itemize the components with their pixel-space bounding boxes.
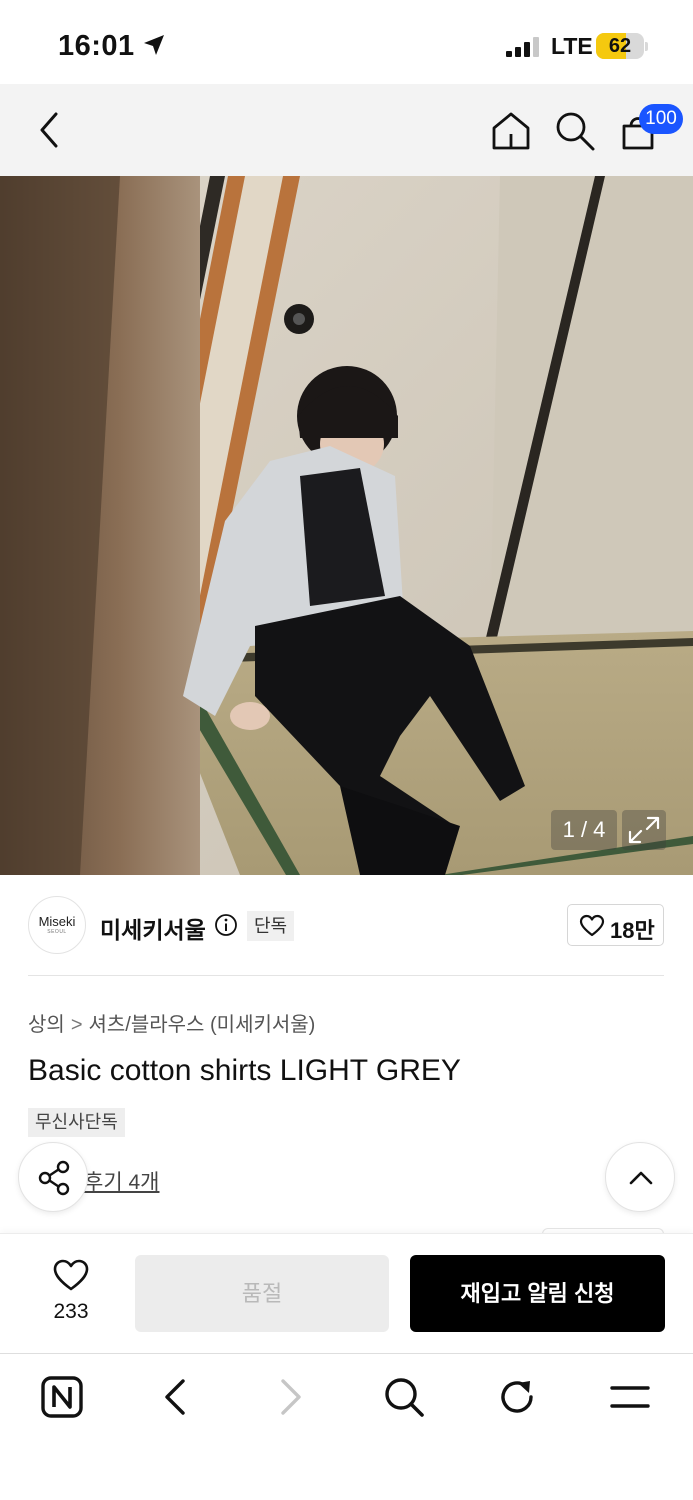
browser-forward-icon: [281, 1379, 301, 1415]
refresh-icon: [501, 1381, 533, 1413]
battery-indicator: 62: [596, 33, 644, 59]
browser-search-button[interactable]: [380, 1373, 430, 1423]
breadcrumb-item-subcategory[interactable]: 셔츠/블라우스 (미세키서울): [89, 1014, 316, 1036]
brand-logo[interactable]: Miseki SEOUL: [28, 896, 86, 954]
chevron-up-icon: [629, 1171, 653, 1185]
signal-icon: [506, 37, 539, 57]
cart-count-badge: 100: [639, 104, 683, 134]
browser-search-icon: [385, 1378, 424, 1417]
battery-nub: [645, 42, 648, 51]
menu-button[interactable]: [606, 1373, 656, 1423]
back-icon[interactable]: [36, 110, 64, 150]
share-button[interactable]: [18, 1142, 88, 1212]
browser-forward-button[interactable]: [266, 1373, 316, 1423]
browser-back-icon: [165, 1379, 185, 1415]
brand-logo-text: Miseki: [38, 914, 76, 929]
brand-like-button[interactable]: 18만: [567, 904, 664, 946]
location-arrow-icon: [144, 35, 164, 55]
chevron-right-icon: >: [70, 1014, 83, 1036]
status-bar: 16:01 LTE 62: [0, 0, 693, 84]
info-icon[interactable]: [214, 913, 238, 937]
browser-toolbar: [0, 1353, 693, 1500]
heart-icon: [579, 914, 605, 937]
wishlist-button[interactable]: 233: [38, 1258, 104, 1328]
product-image[interactable]: [0, 176, 693, 875]
network-label: LTE: [551, 33, 593, 59]
product-photo: [0, 176, 693, 875]
image-counter: 1 / 4: [551, 810, 617, 850]
soldout-button: 품절: [135, 1255, 389, 1332]
search-icon[interactable]: [554, 110, 596, 152]
naver-icon: [41, 1376, 83, 1418]
wishlist-count: 233: [53, 1300, 89, 1323]
review-link[interactable]: 후기 4개: [84, 1166, 159, 1196]
product-title: Basic cotton shirts LIGHT GREY: [28, 1054, 461, 1087]
battery-level: 62: [608, 35, 632, 57]
breadcrumb: 상의 > 셔츠/블라우스 (미세키서울): [28, 1008, 315, 1037]
expand-icon: [628, 816, 660, 844]
brand-name[interactable]: 미세키서울: [100, 911, 206, 945]
musinsa-exclusive-badge: 무신사단독: [28, 1108, 125, 1137]
home-icon[interactable]: [490, 110, 532, 152]
expand-image-button[interactable]: [622, 810, 666, 850]
share-icon: [38, 1160, 70, 1196]
exclusive-tag: 단독: [247, 911, 295, 941]
heart-outline-icon: [53, 1259, 89, 1291]
refresh-button[interactable]: [494, 1373, 544, 1423]
naver-home-button[interactable]: [38, 1373, 88, 1423]
restock-alert-button[interactable]: 재입고 알림 신청: [410, 1255, 665, 1332]
browser-back-button[interactable]: [152, 1373, 202, 1423]
scroll-top-button[interactable]: [605, 1142, 675, 1212]
breadcrumb-item-category[interactable]: 상의: [28, 1014, 65, 1036]
divider: [28, 975, 664, 976]
brand-like-count: 18만: [610, 918, 655, 943]
status-time: 16:01: [58, 30, 135, 62]
menu-icon: [610, 1386, 650, 1408]
brand-logo-subtext: SEOUL: [47, 929, 67, 935]
